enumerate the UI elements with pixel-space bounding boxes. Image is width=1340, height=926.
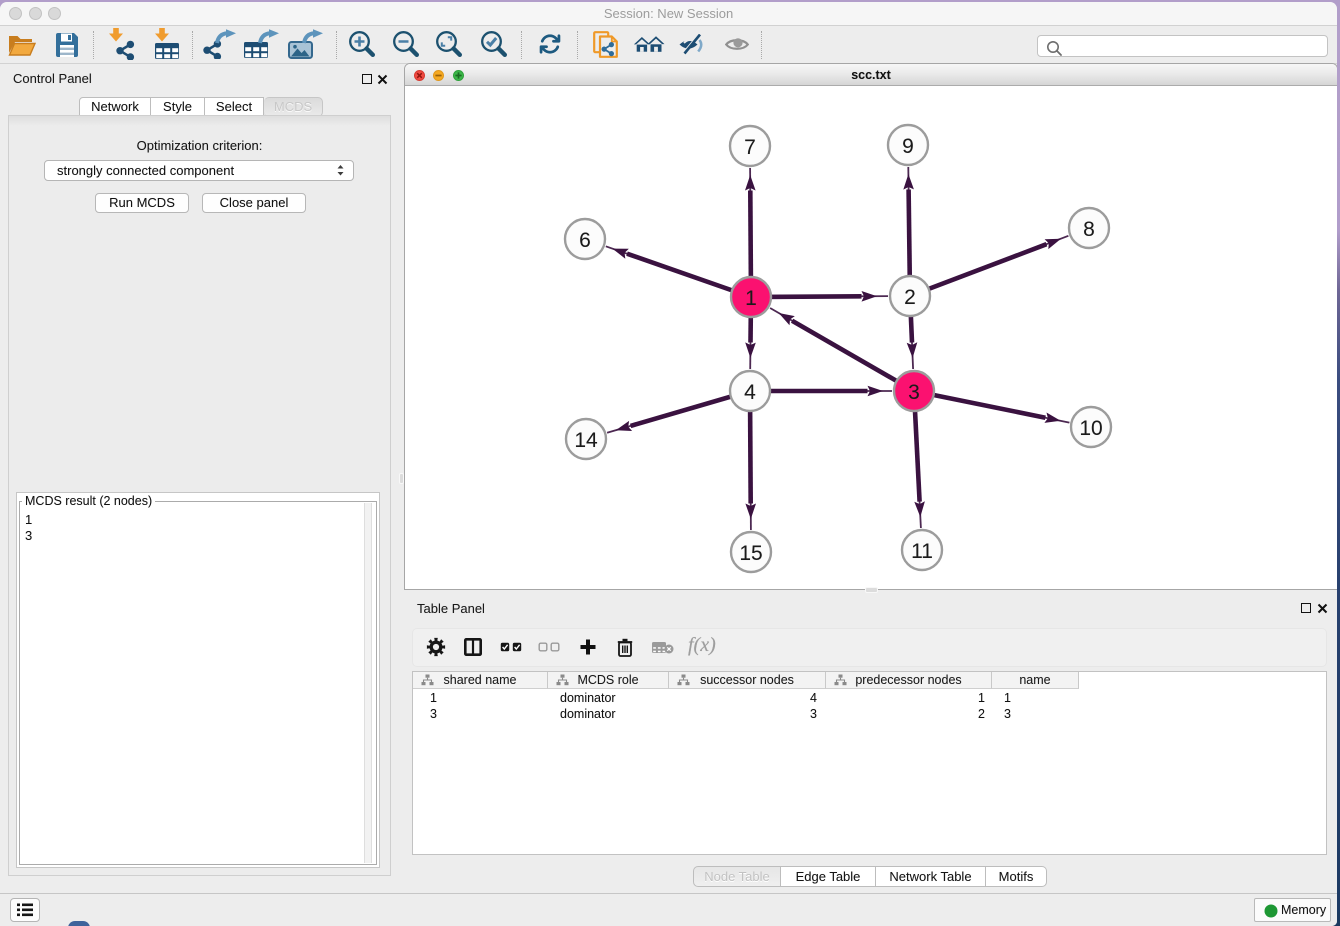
svg-text:3: 3 bbox=[908, 381, 920, 404]
svg-text:7: 7 bbox=[744, 136, 756, 159]
svg-text:15: 15 bbox=[739, 542, 762, 565]
svg-text:8: 8 bbox=[1083, 218, 1095, 241]
svg-text:9: 9 bbox=[902, 135, 914, 158]
svg-text:11: 11 bbox=[911, 540, 933, 563]
svg-text:6: 6 bbox=[579, 229, 591, 252]
svg-text:2: 2 bbox=[904, 286, 916, 309]
svg-text:4: 4 bbox=[744, 381, 756, 404]
svg-text:14: 14 bbox=[574, 429, 598, 452]
svg-text:10: 10 bbox=[1079, 417, 1102, 440]
svg-text:1: 1 bbox=[745, 287, 757, 310]
